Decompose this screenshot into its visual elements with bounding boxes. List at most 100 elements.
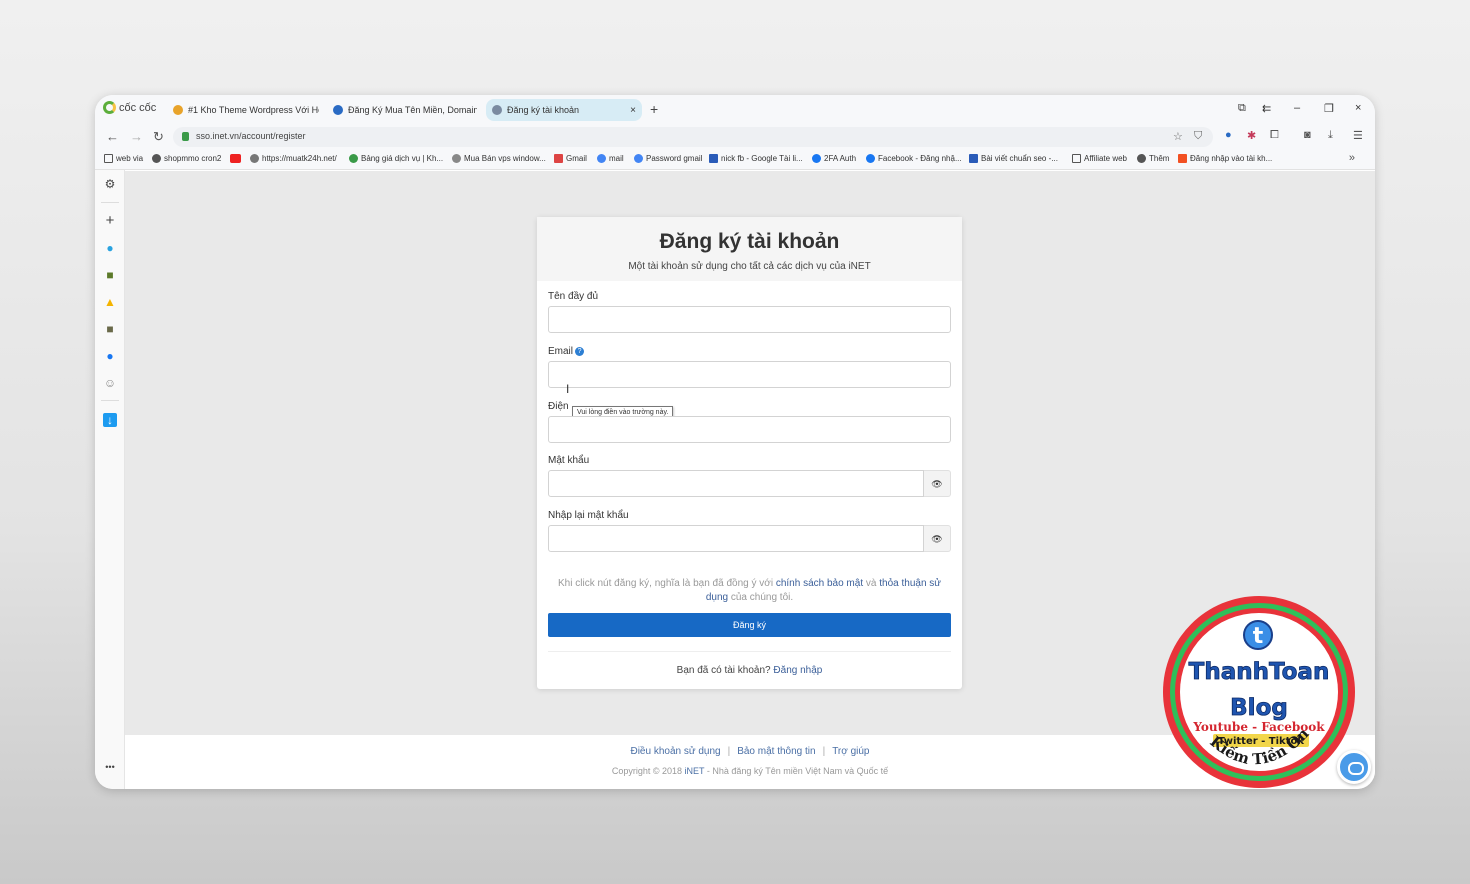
back-arrow-icon[interactable]: ← [106,129,119,144]
new-tab-button[interactable]: + [650,101,658,117]
tab-search-icon[interactable]: ⧉ [1238,102,1246,115]
login-prompt: Bạn đã có tài khoản? Đăng nhập [537,665,962,676]
eye-icon[interactable]: 👁 [924,470,951,497]
forward-arrow-icon[interactable]: → [130,129,143,144]
close-icon[interactable]: × [630,105,636,116]
bookmark-item[interactable]: Bài viết chuẩn seo -... [969,154,1058,163]
password-input[interactable] [548,470,924,497]
watermark-name: ThanhToan [1189,659,1330,685]
download-app-icon[interactable]: ↓ [103,413,117,427]
tab-title: Đăng Ký Mua Tên Miền, Domain [348,105,477,115]
inet-link[interactable]: iNET [685,766,705,776]
google-drive-icon[interactable]: ▲ [103,295,117,309]
bookmark-label: web via [116,154,144,163]
facebook-icon[interactable]: ● [103,349,117,363]
url-text: sso.inet.vn/account/register [196,131,306,141]
restore-button[interactable]: ❐ [1324,102,1334,115]
browser-brand[interactable]: cốc cốc [103,101,156,114]
menu-icon[interactable]: ☰ [1353,129,1363,142]
sidebar-divider [101,400,119,401]
bookmark-item[interactable]: web via [104,154,143,163]
app-icon[interactable]: ■ [103,268,117,282]
bookmark-label: Gmail [566,154,587,163]
card-divider [548,651,951,652]
telegram-icon[interactable]: ● [103,241,117,255]
more-icon[interactable]: ••• [103,760,117,774]
email-label: Email? [548,346,585,357]
phone-input[interactable] [548,416,951,443]
bookmark-item[interactable] [230,154,241,163]
footer-separator: | [822,746,826,757]
site-icon [250,154,259,163]
shield-icon[interactable]: ⛉ [1194,130,1202,143]
bookmark-item[interactable]: Gmail [554,154,587,163]
reload-icon[interactable]: ↻ [153,129,164,145]
tab-strip: cốc cốc #1 Kho Theme Wordpress Với Họ Đă… [95,95,1375,124]
smiley-icon[interactable]: ☺ [103,376,117,390]
bookmark-item[interactable]: nick fb - Google Tài li... [709,154,803,163]
extension-bug-icon[interactable]: ✱ [1247,129,1256,142]
docs-icon [709,154,718,163]
download-icon[interactable]: ⤓ [1328,129,1333,142]
tab-favicon-icon [173,105,183,115]
coccoc-logo-icon [103,101,116,114]
bookmark-item[interactable]: Password gmail [634,154,702,163]
register-button[interactable]: Đăng ký [548,613,951,637]
bookmark-item[interactable]: Facebook - Đăng nhậ... [866,154,962,163]
fullname-input[interactable] [548,306,951,333]
close-window-button[interactable]: × [1355,102,1361,114]
login-link[interactable]: Đăng nhập [773,665,822,676]
thanhtoan-blog-watermark: t ThanhToan Blog Youtube - Facebook Twit… [1157,593,1355,788]
bookmarks-more-icon[interactable]: » [1349,152,1355,164]
profile-avatar-icon[interactable]: ◙ [1304,129,1311,141]
thanhtoan-t-logo-icon: t [1243,620,1273,650]
facebook-icon [812,154,821,163]
bookmark-item[interactable]: Affiliate web [1072,154,1127,163]
tab-domain-register[interactable]: Đăng Ký Mua Tên Miền, Domain [327,99,477,121]
bookmark-item[interactable]: mail [597,154,624,163]
confirm-password-label: Nhập lại mật khẩu [548,510,629,521]
extensions-puzzle-icon[interactable]: ⧠ [1270,129,1279,142]
email-input[interactable] [548,361,951,388]
youtube-icon [230,154,241,163]
bookmark-item[interactable]: Đăng nhập vào tài kh... [1178,154,1272,163]
globe-icon [1137,154,1146,163]
text-cursor-icon: I [566,382,570,396]
chat-bubble-icon[interactable] [1337,750,1371,784]
plus-icon[interactable]: + [103,213,117,228]
help-icon[interactable]: ? [575,347,585,356]
password-label: Mật khẩu [548,455,590,466]
bookmark-item[interactable]: https://muatk24h.net/ [250,154,337,163]
site-icon [452,154,461,163]
tab-favicon-icon [333,105,343,115]
confirm-password-input[interactable] [548,525,924,552]
copyright-suffix: - Nhà đăng ký Tên miền Việt Nam và Quốc … [704,766,889,776]
star-icon[interactable]: ☆ [1173,130,1183,143]
extension-blue-icon[interactable]: ● [1225,129,1232,141]
footer-link-terms[interactable]: Điều khoản sử dụng [630,746,720,757]
copyright-prefix: Copyright © 2018 [611,766,685,776]
address-bar[interactable]: sso.inet.vn/account/register ☆ ⛉ [173,127,1213,147]
footer-separator: | [727,746,731,757]
card-header: Đăng ký tài khoản Một tài khoản sử dụng … [537,217,962,281]
register-card: Đăng ký tài khoản Một tài khoản sử dụng … [537,217,962,689]
footer-link-privacy[interactable]: Bảo mật thông tin [737,746,815,757]
privacy-policy-link[interactable]: chính sách bảo mật [776,578,863,589]
split-view-icon[interactable]: ⇇ [1262,102,1271,115]
bookmark-item[interactable]: Bảng giá dịch vụ | Kh... [349,154,443,163]
m-icon[interactable]: ■ [103,322,117,336]
gear-icon[interactable]: ⚙ [103,177,117,191]
tab-theme-wordpress[interactable]: #1 Kho Theme Wordpress Với Họ [167,99,319,121]
tab-account-register-active[interactable]: Đăng ký tài khoản × [486,99,642,121]
bookmark-label: Password gmail [646,154,703,163]
bookmark-item[interactable]: Mua Bán vps window... [452,154,546,163]
bookmark-item[interactable]: shopmmo cron2 [152,154,221,163]
bookmark-label: https://muatk24h.net/ [262,154,337,163]
bookmark-label: Bảng giá dịch vụ | Kh... [361,154,444,163]
eye-icon[interactable]: 👁 [924,525,951,552]
bookmark-item[interactable]: Thêm [1137,154,1169,163]
svg-text:t: t [1253,624,1264,649]
bookmark-item[interactable]: 2FA Auth [812,154,856,163]
minimize-button[interactable]: – [1294,102,1300,114]
footer-link-help[interactable]: Trợ giúp [832,746,869,757]
